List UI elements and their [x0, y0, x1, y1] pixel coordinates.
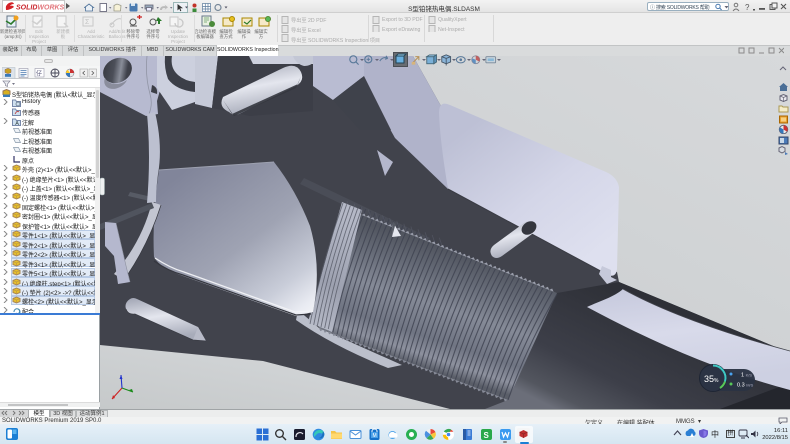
svg-text:仔: 仔	[36, 70, 42, 78]
svg-text:M: M	[373, 433, 377, 439]
svg-text:Σ: Σ	[85, 19, 90, 26]
svg-text:S: S	[484, 431, 490, 440]
svg-text:?: ?	[745, 3, 750, 12]
svg-text:A: A	[15, 121, 19, 126]
svg-text:SOLIDWORKS: SOLIDWORKS	[16, 5, 64, 12]
